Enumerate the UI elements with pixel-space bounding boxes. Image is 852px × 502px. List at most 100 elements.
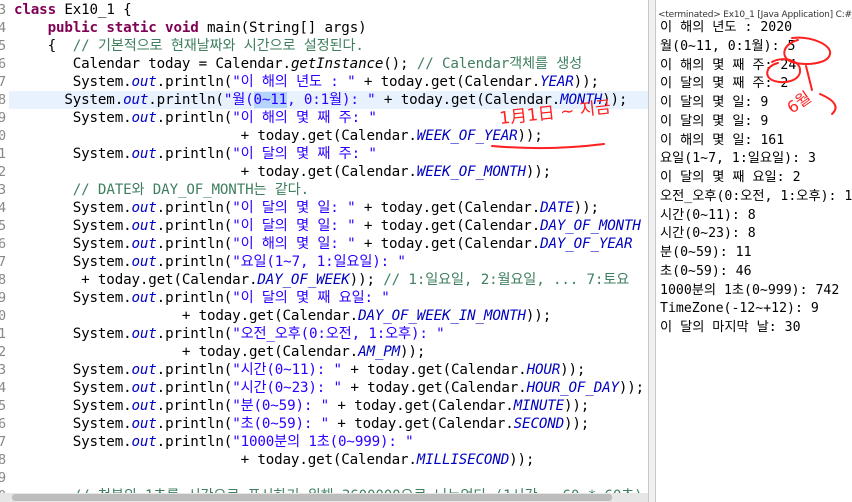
code-line[interactable]: // DATE와 DAY_OF_MONTH는 같다. [14, 181, 309, 199]
code-token: MINUTE [513, 398, 565, 414]
code-line[interactable]: System.out.println("시간(0~11): " + today.… [14, 361, 586, 379]
code-token: 0~11 [253, 92, 288, 108]
line-number: 8 [0, 272, 7, 288]
code-token: + today.get(Calendar. [341, 380, 527, 396]
code-token: "이 달의 몇 째 주: " [232, 146, 377, 162]
line-number: 5 [0, 398, 7, 414]
code-line[interactable]: System.out.println("시간(0~23): " + today.… [14, 379, 644, 397]
code-token: HOUR [526, 362, 561, 378]
code-token: System. [14, 362, 132, 378]
code-token: getInstance [290, 56, 384, 72]
code-token: public static void [47, 20, 208, 36]
code-token: )); [602, 92, 628, 108]
code-token: )); [573, 200, 599, 216]
code-line[interactable]: System.out.println("1000분의 1초(0~999): " [14, 433, 414, 451]
code-token: SECOND [513, 416, 565, 432]
console-line: 이 해의 년도 : 2020 [660, 20, 793, 35]
horizontal-scrollbar[interactable] [0, 493, 648, 502]
code-token: + today.get(Calendar. [329, 416, 514, 432]
code-token: + today.get(Calendar. [355, 200, 541, 216]
code-token: + today.get(Calendar. [355, 218, 541, 234]
line-number: 7 [0, 74, 7, 90]
code-token: DATE [540, 200, 574, 216]
code-line[interactable]: + today.get(Calendar.AM_PM)); [14, 343, 426, 361]
line-number: 7 [0, 254, 7, 270]
code-token: + today.get(Calendar. [355, 74, 541, 90]
code-line[interactable]: + today.get(Calendar.WEEK_OF_YEAR)); [14, 127, 543, 145]
code-line[interactable]: Calendar today = Calendar.getInstance();… [14, 55, 582, 73]
code-token: "요일(1~7, 1:일요일): " [232, 254, 406, 270]
code-line[interactable]: + today.get(Calendar.DAY_OF_WEEK)); // 1… [14, 271, 629, 289]
code-token: System. [14, 398, 132, 414]
line-number: 6 [0, 56, 7, 72]
code-token: .println( [156, 236, 233, 252]
code-line[interactable]: System.out.println("분(0~59): " + today.g… [14, 397, 590, 415]
code-token: System. [14, 416, 132, 432]
scrollbar-thumb[interactable] [12, 494, 612, 501]
code-token: System. [14, 74, 132, 90]
code-token: MILLISECOND [416, 452, 510, 468]
code-token: // 1:일요일, 2:월요일, ... 7:토요 [383, 272, 630, 288]
code-line[interactable]: { // 기본적으로 현재날짜와 시간으로 설정된다. [14, 37, 364, 55]
console-line: 시간(0~11): 8 [660, 207, 756, 223]
code-line[interactable]: System.out.println("이 달의 몇 째 요일: " [14, 289, 390, 307]
console-line: 이 해의 몇 째 주: 24 [660, 57, 797, 73]
code-token: .println( [156, 146, 233, 162]
console-line: 이 달의 몇 일: 9 [660, 113, 769, 129]
code-editor[interactable]: 3456789012345678901234567890 class Ex10_… [0, 0, 648, 502]
code-line[interactable]: + today.get(Calendar.WEEK_OF_MONTH)); [14, 163, 552, 181]
line-number: 5 [0, 218, 7, 234]
console-view: <terminated> Ex10_1 [Java Application] C… [656, 0, 852, 502]
code-token: "월( [223, 92, 254, 108]
code-token: )); [564, 416, 590, 432]
code-line[interactable]: System.out.println("오전_오후(0:오전, 1:오후): " [14, 325, 445, 343]
code-token: { [14, 38, 73, 54]
code-token: out [131, 380, 157, 396]
code-token: .println( [156, 416, 233, 432]
code-line[interactable]: System.out.println("월(0~11, 0:1월): " + t… [14, 91, 627, 109]
code-token: )); [349, 272, 384, 288]
console-line: TimeZone(-12~+12): 9 [660, 301, 819, 317]
line-number: 9 [0, 470, 7, 486]
code-token: )); [573, 74, 599, 90]
code-token: + today.get(Calendar. [14, 308, 359, 324]
code-line[interactable]: System.out.println("이 해의 몇 째 주: " [14, 109, 377, 127]
code-line[interactable]: + today.get(Calendar.MILLISECOND)); [14, 451, 535, 469]
code-token: + today.get(Calendar. [14, 272, 258, 288]
code-token: .println( [148, 92, 224, 108]
code-line[interactable]: System.out.println("이 해의 몇 일: " + today.… [14, 235, 633, 253]
code-line[interactable]: System.out.println("이 달의 몇 일: " + today.… [14, 217, 641, 235]
code-token: WEEK_OF_YEAR [416, 128, 518, 144]
code-token: + today.get(Calendar. [14, 452, 417, 468]
line-number: 3 [0, 362, 7, 378]
line-number: 3 [0, 182, 7, 198]
code-token: "이 달의 몇 째 요일: " [232, 290, 390, 306]
console-line: 분(0~59): 11 [660, 245, 752, 260]
code-line[interactable]: class Ex10_1 { [14, 1, 132, 19]
code-line[interactable]: System.out.println("요일(1~7, 1:일요일): " [14, 253, 406, 271]
code-line[interactable]: System.out.println("이 달의 몇 일: " + today.… [14, 199, 599, 217]
line-number: 4 [0, 200, 7, 216]
code-token: DAY_OF_YEAR [540, 236, 633, 252]
code-token: out [131, 146, 157, 162]
line-number: 7 [0, 434, 7, 450]
code-token: )); [400, 344, 426, 360]
console-line: 이 달의 마지막 날: 30 [660, 320, 801, 335]
code-token: "이 해의 년도 : " [232, 74, 356, 90]
console-line: 오전_오후(0:오전, 1:오후): 1 [660, 188, 852, 204]
code-token: MONTH [560, 92, 603, 108]
code-line[interactable]: + today.get(Calendar.DAY_OF_WEEK_IN_MONT… [14, 307, 551, 325]
code-token: out [131, 398, 157, 414]
code-token: Calendar today = Calendar. [14, 56, 291, 72]
code-token: System. [14, 200, 132, 216]
pane-divider[interactable] [648, 0, 656, 502]
console-line: 요일(1~7, 1:일요일): 3 [660, 151, 816, 167]
code-line[interactable]: public static void main(String[] args) [14, 19, 367, 37]
code-token: "이 해의 몇 일: " [232, 236, 356, 252]
code-line[interactable]: System.out.println("초(0~59): " + today.g… [14, 415, 590, 433]
line-number: 2 [0, 164, 7, 180]
code-line[interactable]: System.out.println("이 달의 몇 째 주: " [14, 145, 377, 163]
code-token: + today.get(Calendar. [375, 92, 561, 108]
code-token: System. [14, 236, 132, 252]
code-line[interactable]: System.out.println("이 해의 년도 : " + today.… [14, 73, 599, 91]
